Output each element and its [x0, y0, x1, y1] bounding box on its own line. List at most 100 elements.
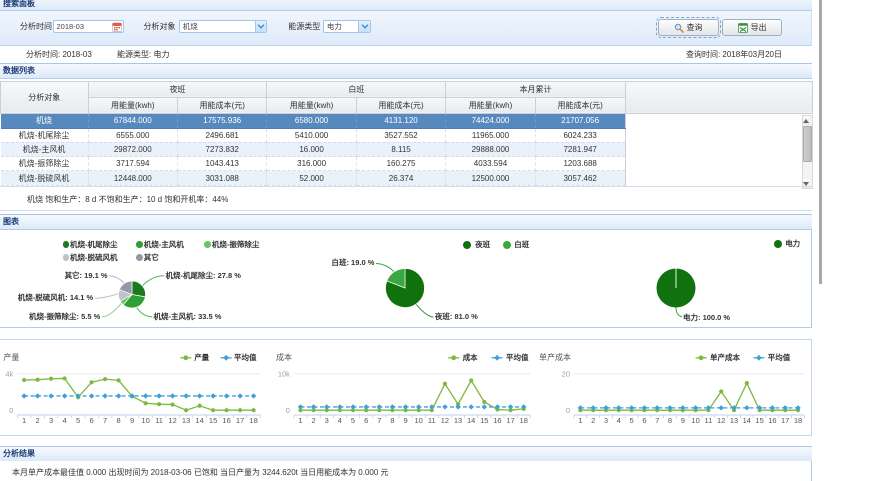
legend-dot-zhenshai[interactable]: [204, 241, 211, 248]
table-cell[interactable]: 1043.413: [178, 157, 267, 171]
table-cell[interactable]: 16.000: [267, 142, 356, 156]
svg-text:15: 15: [480, 416, 488, 425]
legend-label[interactable]: 电力: [785, 239, 800, 249]
chevron-down-icon[interactable]: [255, 21, 267, 32]
table-row[interactable]: 机烧-机尾除尘6555.0002496.6815410.0003527.5521…: [1, 128, 813, 142]
legend-marker-icon[interactable]: [492, 355, 503, 361]
table-cell[interactable]: 4033.594: [446, 157, 535, 171]
col-group-day[interactable]: 白班: [267, 81, 446, 97]
table-scrollbar[interactable]: [802, 115, 814, 190]
legend-label[interactable]: 夜班: [475, 240, 490, 250]
pie-slice-label-electricity: 电力: 100.0 %: [683, 313, 730, 323]
col-header-cost[interactable]: 用能成本(元): [178, 97, 267, 113]
legend-label[interactable]: 机烧-振筛除尘: [212, 240, 260, 250]
export-button[interactable]: 导出: [722, 19, 782, 36]
legend-dot-jiwei[interactable]: [63, 241, 70, 248]
legend-dot-other[interactable]: [136, 254, 143, 261]
table-cell[interactable]: 26.374: [356, 171, 446, 185]
svg-text:8: 8: [117, 416, 121, 425]
svg-text:20: 20: [562, 370, 570, 379]
col-group-night[interactable]: 夜班: [88, 81, 267, 97]
table-cell[interactable]: 5410.000: [267, 128, 356, 142]
analysis-object-select[interactable]: 机烧: [179, 20, 267, 33]
table-cell[interactable]: 160.275: [356, 157, 446, 171]
table-cell[interactable]: 11965.000: [446, 128, 535, 142]
table-cell[interactable]: 4131.120: [356, 114, 446, 128]
svg-text:11: 11: [705, 416, 713, 425]
table-cell[interactable]: 67844.000: [88, 114, 178, 128]
legend-marker-icon[interactable]: [180, 355, 191, 360]
legend-marker-icon[interactable]: [696, 355, 707, 360]
table-cell[interactable]: 6580.000: [267, 114, 356, 128]
chevron-down-icon[interactable]: [358, 21, 370, 32]
table-cell[interactable]: 29888.000: [446, 142, 535, 156]
table-cell[interactable]: 机烧-机尾除尘: [1, 128, 89, 142]
table-cell[interactable]: 机烧-振筛除尘: [1, 157, 89, 171]
scroll-up-arrow[interactable]: [803, 116, 811, 125]
legend-marker-icon[interactable]: [221, 355, 232, 361]
table-cell[interactable]: 52.000: [267, 171, 356, 185]
table-cell-filler: [625, 157, 813, 171]
table-cell[interactable]: 3031.088: [178, 171, 267, 185]
svg-text:12: 12: [168, 416, 176, 425]
table-row[interactable]: 机烧-振筛除尘3717.5941043.413316.000160.275403…: [1, 157, 813, 171]
table-cell[interactable]: 机烧-脱硫风机: [1, 171, 89, 185]
legend-marker-icon[interactable]: [753, 355, 764, 361]
table-cell[interactable]: 7273.832: [178, 142, 267, 156]
legend-dot-tuoliu[interactable]: [63, 254, 70, 261]
line-chart-单产成本: 020123456789101112131415161718: [562, 370, 805, 426]
table-cell[interactable]: 12500.000: [446, 171, 535, 185]
query-button[interactable]: 查询: [658, 19, 719, 36]
svg-text:15: 15: [755, 416, 763, 425]
svg-text:9: 9: [130, 416, 134, 425]
svg-text:8: 8: [390, 416, 394, 425]
table-cell[interactable]: 1203.688: [535, 157, 625, 171]
energy-type-label: 能源类型: [268, 21, 320, 32]
col-header-cost[interactable]: 用能成本(元): [356, 97, 446, 113]
table-cell[interactable]: 3527.552: [356, 128, 446, 142]
energy-type-select[interactable]: 电力: [323, 20, 371, 33]
table-cell[interactable]: 74424.000: [446, 114, 535, 128]
legend-label[interactable]: 机烧-机尾除尘: [70, 240, 118, 250]
table-cell[interactable]: 机烧-主风机: [1, 142, 89, 156]
legend-label[interactable]: 其它: [144, 253, 159, 263]
table-cell[interactable]: 7281.947: [535, 142, 625, 156]
col-group-month[interactable]: 本月累计: [446, 81, 625, 97]
table-cell[interactable]: 21707.056: [535, 114, 625, 128]
col-header-object[interactable]: 分析对象: [1, 81, 89, 114]
table-cell[interactable]: 12448.000: [88, 171, 178, 185]
legend-label[interactable]: 机烧-主风机: [144, 240, 184, 250]
col-header-energy[interactable]: 用能量(kwh): [446, 97, 535, 113]
scrollbar-thumb[interactable]: [803, 126, 812, 162]
page-scrollbar[interactable]: [819, 0, 823, 284]
table-row[interactable]: 机烧67844.00017575.9366580.0004131.1207442…: [1, 114, 813, 128]
legend-dot-day[interactable]: [503, 241, 511, 249]
legend-label[interactable]: 白班: [514, 240, 529, 250]
col-header-energy[interactable]: 用能量(kwh): [88, 97, 178, 113]
col-header-cost[interactable]: 用能成本(元): [535, 97, 625, 113]
line-chart-成本: 010k123456789101112131415161718: [278, 370, 530, 426]
svg-text:2: 2: [36, 416, 40, 425]
table-cell[interactable]: 3717.594: [88, 157, 178, 171]
analysis-time-label: 分析时间: [0, 21, 52, 32]
analysis-time-input[interactable]: 2018-03: [53, 20, 125, 33]
legend-dot-zhufengji[interactable]: [136, 241, 143, 248]
legend-marker-icon[interactable]: [448, 355, 459, 360]
table-cell[interactable]: 8.115: [356, 142, 446, 156]
table-cell[interactable]: 机烧: [1, 114, 89, 128]
table-cell[interactable]: 6555.000: [88, 128, 178, 142]
legend-label[interactable]: 机烧-脱硫风机: [70, 253, 118, 263]
table-row[interactable]: 机烧-脱硫风机12448.0003031.08852.00026.3741250…: [1, 171, 813, 185]
table-cell[interactable]: 316.000: [267, 157, 356, 171]
table-cell[interactable]: 3057.462: [535, 171, 625, 185]
table-row[interactable]: 机烧-主风机29872.0007273.83216.0008.11529888.…: [1, 142, 813, 156]
table-cell[interactable]: 2496.681: [178, 128, 267, 142]
calendar-icon[interactable]: [112, 22, 122, 32]
col-header-energy[interactable]: 用能量(kwh): [267, 97, 356, 113]
pie-slice-label-jiwei: 机烧-机尾除尘: 27.8 %: [166, 271, 241, 281]
table-group-header-row: 分析对象 夜班 白班 本月累计: [1, 81, 813, 97]
table-cell[interactable]: 6024.233: [535, 128, 625, 142]
table-cell[interactable]: 29872.000: [88, 142, 178, 156]
table-cell[interactable]: 17575.936: [178, 114, 267, 128]
svg-text:9: 9: [403, 416, 407, 425]
